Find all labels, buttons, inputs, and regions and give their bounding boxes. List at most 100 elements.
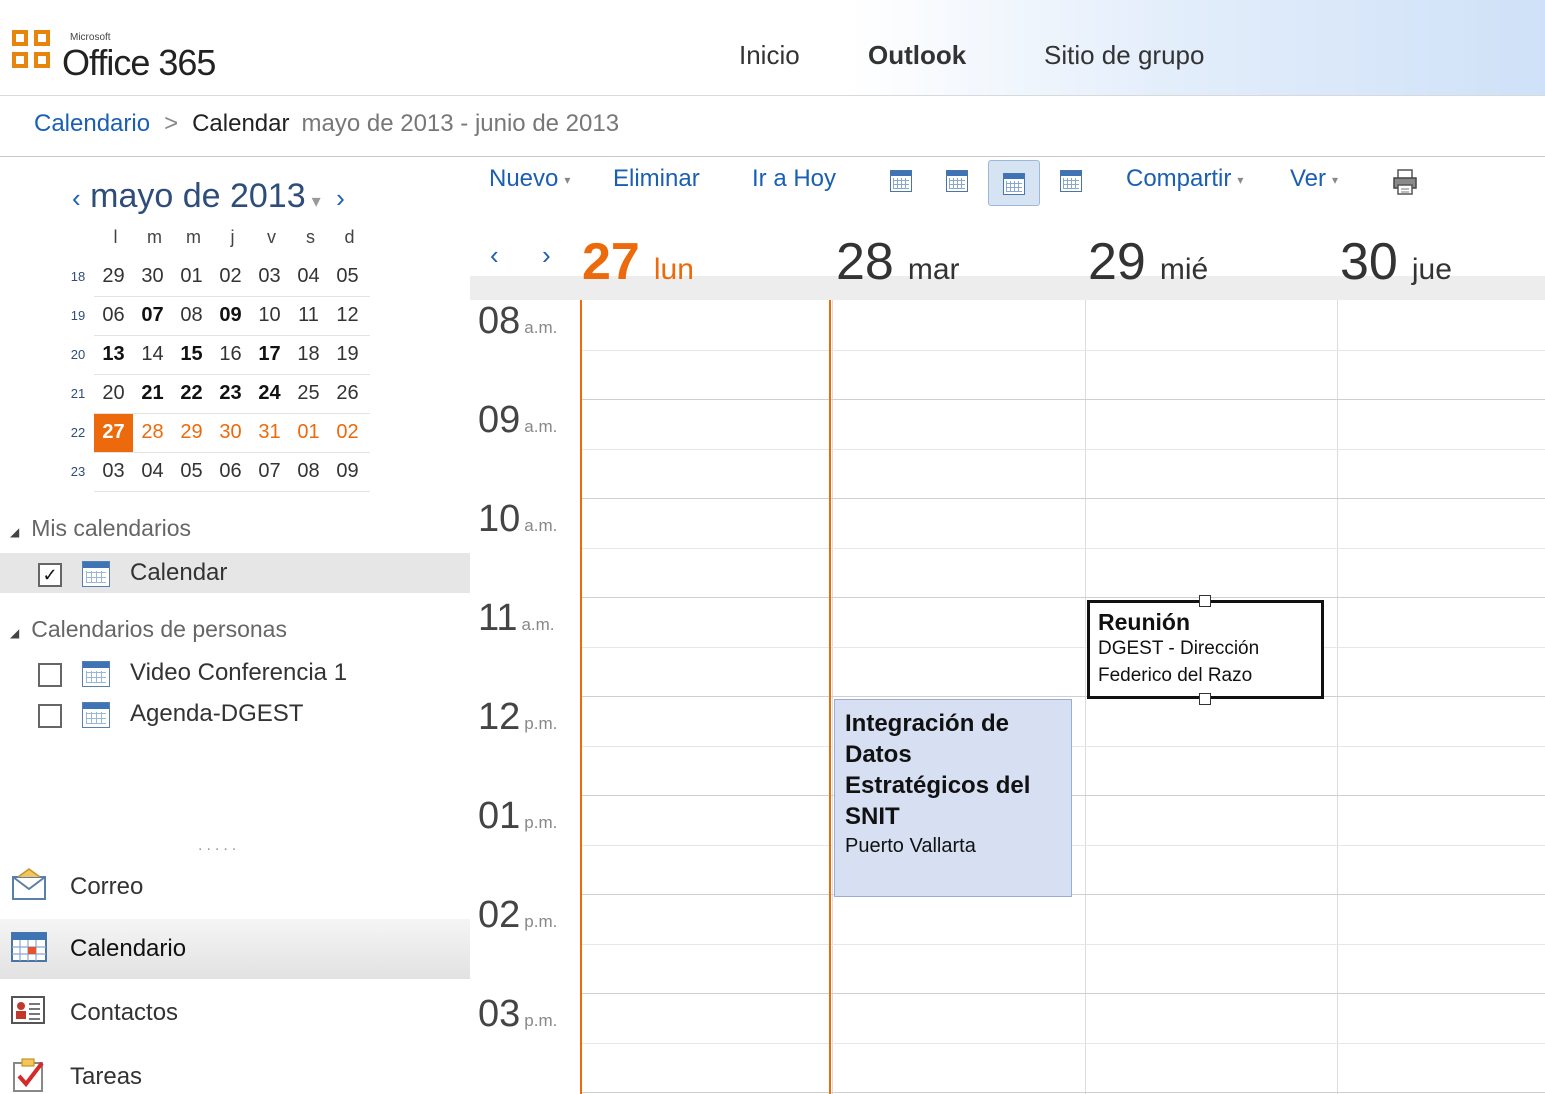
calendar-item-video-conferencia[interactable]: Video Conferencia 1 [0, 653, 470, 693]
mini-calendar-day[interactable]: 05 [328, 257, 367, 296]
mini-calendar-day[interactable]: 25 [289, 374, 328, 413]
mini-calendar-day[interactable]: 02 [211, 257, 250, 296]
mini-calendar-day[interactable]: 17 [250, 335, 289, 374]
mini-calendar-day[interactable]: 02 [328, 413, 367, 452]
nav-contactos[interactable]: Contactos [0, 983, 470, 1043]
nav-sitio-de-grupo[interactable]: Sitio de grupo [1044, 40, 1204, 71]
column-divider [1337, 300, 1338, 1094]
view-button[interactable]: Ver ▾ [1290, 165, 1338, 193]
calendar-checkbox[interactable] [38, 704, 62, 728]
mini-calendar-day[interactable]: 10 [250, 296, 289, 335]
event-line: Federico del Razo [1098, 665, 1253, 686]
nav-tareas[interactable]: Tareas [0, 1047, 470, 1094]
mini-calendar-day[interactable]: 06 [211, 452, 250, 491]
people-calendars-header[interactable]: ◢ Calendarios de personas [10, 616, 287, 643]
mini-calendar-day[interactable]: 21 [133, 374, 172, 413]
nav-inicio[interactable]: Inicio [739, 40, 800, 71]
my-calendars-header[interactable]: ◢ Mis calendarios [10, 515, 191, 542]
mini-calendar-next-icon[interactable]: › [336, 183, 345, 213]
week-number[interactable]: 23 [62, 452, 94, 491]
mini-calendar-day[interactable]: 03 [250, 257, 289, 296]
chevron-down-icon[interactable]: ▾ [1332, 173, 1338, 187]
mini-calendar-month-label[interactable]: mayo de 2013 [90, 177, 306, 215]
day-header-wednesday[interactable]: 29 mié [1088, 232, 1208, 292]
mini-calendar-day[interactable]: 08 [289, 452, 328, 491]
mini-calendar-day[interactable]: 07 [250, 452, 289, 491]
mini-calendar-day[interactable]: 29 [94, 257, 133, 296]
week-view-button[interactable] [988, 160, 1040, 206]
mini-calendar-day[interactable]: 11 [289, 296, 328, 335]
go-to-today-button[interactable]: Ir a Hoy [752, 165, 836, 193]
mini-calendar-day[interactable]: 26 [328, 374, 367, 413]
prev-days-icon[interactable]: ‹ [490, 240, 499, 271]
chevron-down-icon[interactable]: ▾ [1237, 173, 1243, 187]
office365-logo[interactable]: Microsoft Office 365 [12, 30, 262, 90]
printer-icon[interactable] [1392, 168, 1418, 196]
new-button[interactable]: Nuevo ▾ [489, 165, 570, 193]
mini-calendar-day[interactable]: 19 [328, 335, 367, 374]
calendar-checkbox[interactable]: ✓ [38, 563, 62, 587]
day-header-tuesday[interactable]: 28 mar [836, 232, 960, 292]
mini-calendar-day[interactable]: 01 [289, 413, 328, 452]
day-header-today[interactable]: 27 lun [582, 232, 694, 292]
pane-resize-handle[interactable]: ..... [198, 837, 240, 855]
mini-calendar-day[interactable]: 09 [328, 452, 367, 491]
mini-calendar-day[interactable]: 29 [172, 413, 211, 452]
mini-calendar-prev-icon[interactable]: ‹ [72, 183, 81, 213]
week-number[interactable]: 20 [62, 335, 94, 374]
mini-calendar-day[interactable]: 08 [172, 296, 211, 335]
nav-outlook[interactable]: Outlook [868, 40, 966, 71]
mini-calendar-day[interactable]: 23 [211, 374, 250, 413]
month-view-button[interactable] [1054, 164, 1088, 198]
mini-calendar-day[interactable]: 28 [133, 413, 172, 452]
chevron-down-icon[interactable]: ▾ [312, 191, 321, 211]
mini-calendar-today[interactable]: 27 [94, 413, 133, 452]
delete-button[interactable]: Eliminar [613, 165, 700, 193]
mini-calendar-day[interactable]: 03 [94, 452, 133, 491]
mini-calendar-day[interactable]: 06 [94, 296, 133, 335]
mini-calendar-day[interactable]: 14 [133, 335, 172, 374]
week-number[interactable]: 22 [62, 413, 94, 452]
nav-correo[interactable]: Correo [0, 857, 470, 917]
share-button[interactable]: Compartir ▾ [1126, 165, 1243, 193]
calendar-checkbox[interactable] [38, 663, 62, 687]
week-number[interactable]: 18 [62, 257, 94, 296]
time-grid[interactable]: Integración de Datos Estratégicos del SN… [470, 300, 1545, 1094]
chevron-down-icon[interactable]: ▾ [564, 173, 570, 187]
mini-calendar-day[interactable]: 30 [133, 257, 172, 296]
mini-calendar-day[interactable]: 04 [133, 452, 172, 491]
collapse-triangle-icon[interactable]: ◢ [10, 525, 19, 539]
mini-calendar-day[interactable]: 12 [328, 296, 367, 335]
mini-calendar-day[interactable]: 01 [172, 257, 211, 296]
day-name: mié [1159, 253, 1209, 286]
event-integracion-datos[interactable]: Integración de Datos Estratégicos del SN… [834, 699, 1072, 897]
mini-calendar-day[interactable]: 04 [289, 257, 328, 296]
mini-calendar-day[interactable]: 31 [250, 413, 289, 452]
week-number[interactable]: 19 [62, 296, 94, 335]
mini-calendar-day[interactable]: 30 [211, 413, 250, 452]
day-header-thursday[interactable]: 30 jue [1340, 232, 1452, 292]
mini-calendar-day[interactable]: 13 [94, 335, 133, 374]
mini-calendar-day[interactable]: 22 [172, 374, 211, 413]
time-label: 10 a.m. [478, 498, 557, 541]
breadcrumb-root[interactable]: Calendario [34, 110, 150, 137]
collapse-triangle-icon[interactable]: ◢ [10, 626, 19, 640]
mini-calendar-day[interactable]: 05 [172, 452, 211, 491]
mini-calendar-day[interactable]: 18 [289, 335, 328, 374]
day-view-button[interactable] [884, 164, 918, 198]
workweek-view-button[interactable] [940, 164, 974, 198]
next-days-icon[interactable]: › [542, 240, 551, 271]
nav-calendario[interactable]: Calendario [0, 919, 470, 979]
mini-calendar-day[interactable]: 24 [250, 374, 289, 413]
mini-calendar-day[interactable]: 07 [133, 296, 172, 335]
mini-calendar-day[interactable]: 16 [211, 335, 250, 374]
mini-calendar-day[interactable]: 20 [94, 374, 133, 413]
calendar-item-calendar[interactable]: ✓ Calendar [0, 553, 470, 593]
week-number[interactable]: 21 [62, 374, 94, 413]
calendar-item-agenda-dgest[interactable]: Agenda-DGEST [0, 694, 470, 734]
mini-calendar-day[interactable]: 09 [211, 296, 250, 335]
event-resize-handle-top[interactable] [1199, 595, 1211, 607]
event-resize-handle-bottom[interactable] [1199, 693, 1211, 705]
event-reunion-selected[interactable]: Reunión DGEST - Dirección Federico del R… [1087, 600, 1324, 699]
mini-calendar-day[interactable]: 15 [172, 335, 211, 374]
